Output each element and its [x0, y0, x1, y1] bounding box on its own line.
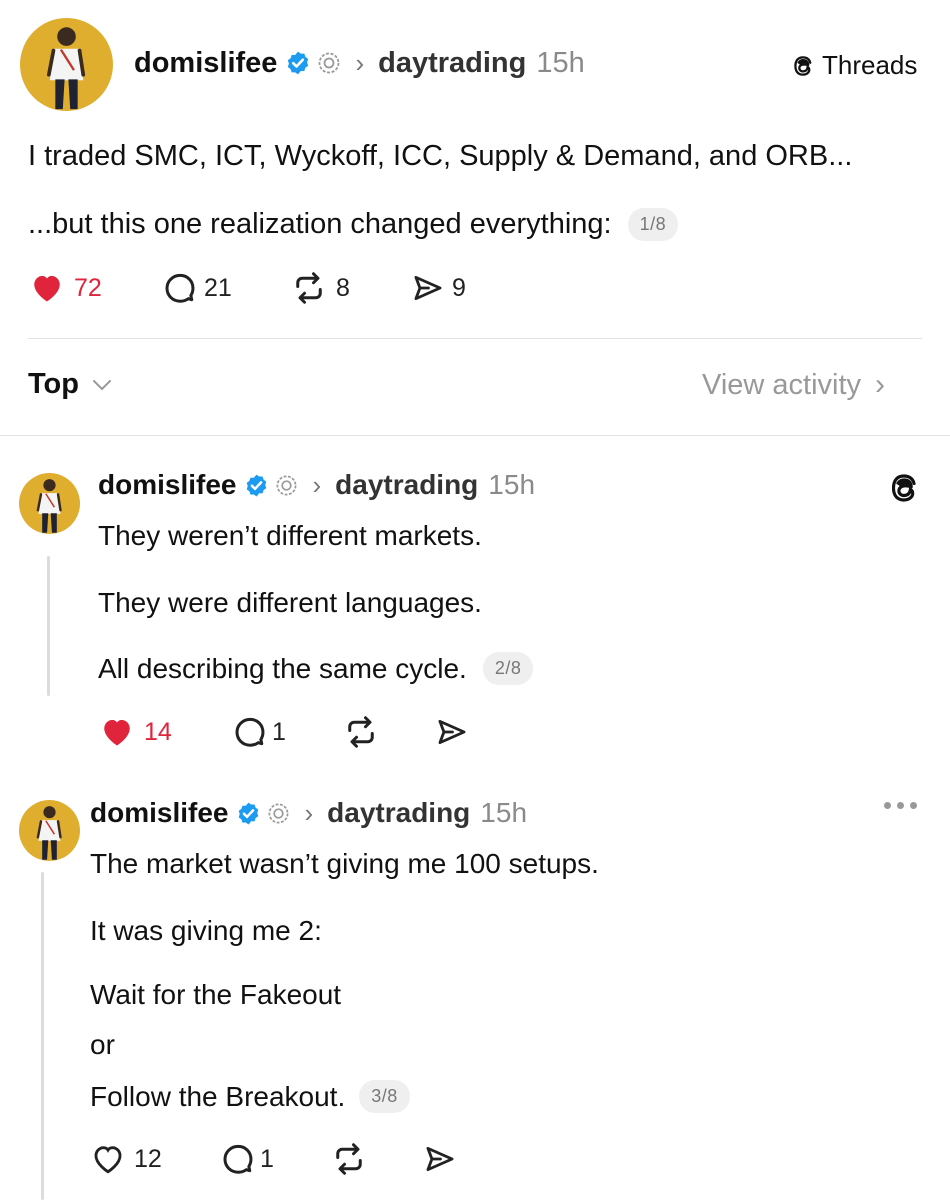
- heart-icon: [28, 270, 66, 306]
- post-text-line: ...but this one realization changed ever…: [28, 208, 612, 240]
- more-button[interactable]: [884, 802, 917, 809]
- avatar[interactable]: [19, 800, 80, 861]
- reply-count: 1: [260, 1144, 274, 1173]
- like-count: 14: [144, 717, 172, 746]
- like-button[interactable]: 72: [28, 270, 160, 306]
- chevron-right-icon: ›: [312, 469, 322, 500]
- reply-button[interactable]: 21: [160, 270, 290, 306]
- repost-count: 8: [336, 273, 350, 302]
- repost-icon: [290, 270, 328, 306]
- thread-line: [47, 556, 50, 696]
- post-text-row: All describing the same cycle. 2/8: [98, 652, 534, 685]
- brand-name: Threads: [822, 50, 918, 80]
- reply-count: 1: [272, 717, 286, 746]
- divider: [0, 435, 950, 436]
- avatar[interactable]: [20, 18, 113, 111]
- comment-icon: [218, 1141, 256, 1177]
- verified-badge-icon: [244, 473, 269, 498]
- like-count: 12: [134, 1144, 162, 1173]
- sort-label: Top: [28, 368, 79, 400]
- repost-button[interactable]: [330, 1141, 422, 1177]
- threads-logo-icon[interactable]: [886, 470, 922, 506]
- post-text-line: They weren’t different markets.: [98, 520, 482, 551]
- post-text-line: All describing the same cycle.: [98, 652, 467, 684]
- post-header: domislifee › daytrading 15h: [134, 44, 585, 82]
- repost-icon: [342, 714, 380, 750]
- reply-button[interactable]: 1: [230, 714, 342, 750]
- repost-button[interactable]: [342, 714, 434, 750]
- chevron-down-icon: [93, 379, 111, 390]
- share-icon: [422, 1142, 458, 1176]
- chevron-right-icon: ›: [875, 368, 886, 401]
- share-button[interactable]: [422, 1142, 458, 1176]
- username[interactable]: domislifee: [98, 469, 236, 501]
- post-text-line: They were different languages.: [98, 587, 482, 618]
- thread-counter: 3/8: [359, 1080, 410, 1113]
- post-actions: 72 21 8 9: [28, 270, 466, 306]
- thread-line: [41, 872, 44, 1200]
- avatar[interactable]: [19, 473, 80, 534]
- post-text-row: Follow the Breakout. 3/8: [90, 1080, 410, 1113]
- like-button[interactable]: 14: [98, 714, 230, 750]
- repost-button[interactable]: 8: [290, 270, 410, 306]
- comment-icon: [160, 270, 198, 306]
- community-link[interactable]: daytrading: [335, 469, 478, 501]
- chevron-right-icon: ›: [304, 797, 314, 828]
- username[interactable]: domislifee: [134, 47, 277, 80]
- post-time: 15h: [480, 797, 528, 828]
- post-text-line: Wait for the Fakeout: [90, 979, 342, 1010]
- community-link[interactable]: daytrading: [327, 797, 470, 829]
- chevron-right-icon: ›: [355, 47, 365, 78]
- more-icon: [884, 802, 917, 809]
- username[interactable]: domislifee: [90, 797, 228, 829]
- like-button[interactable]: 12: [90, 1142, 218, 1176]
- post-time: 15h: [536, 46, 585, 79]
- heart-icon: [98, 714, 136, 750]
- post-actions: 14 1: [98, 714, 470, 750]
- repost-icon: [330, 1141, 368, 1177]
- share-button[interactable]: 9: [410, 271, 466, 305]
- post-time: 15h: [488, 469, 536, 500]
- post-actions: 12 1: [90, 1141, 458, 1177]
- thread-counter: 2/8: [482, 652, 534, 685]
- divider: [28, 338, 922, 339]
- verified-badge-icon: [236, 801, 261, 826]
- thread-counter: 1/8: [627, 208, 679, 241]
- post-text-line: Follow the Breakout.: [90, 1080, 346, 1112]
- post-text-line: It was giving me 2:: [90, 915, 322, 946]
- view-activity-link[interactable]: View activity ›: [702, 368, 885, 402]
- community-icon: [317, 51, 341, 75]
- heart-icon: [90, 1142, 126, 1176]
- reply-button[interactable]: 1: [218, 1141, 330, 1177]
- reply-count: 21: [204, 273, 232, 302]
- threads-brand: Threads: [790, 50, 917, 81]
- post-text-line: I traded SMC, ICT, Wyckoff, ICC, Supply …: [28, 140, 853, 172]
- verified-badge-icon: [285, 50, 311, 76]
- post-text-line: or: [90, 1029, 115, 1060]
- share-icon: [410, 271, 446, 305]
- share-icon: [434, 715, 470, 749]
- community-icon: [267, 802, 290, 825]
- sort-dropdown[interactable]: Top: [28, 368, 113, 401]
- post-text-row: ...but this one realization changed ever…: [28, 208, 679, 241]
- share-button[interactable]: [434, 715, 470, 749]
- threads-logo-icon: [790, 53, 816, 79]
- post-header: domislifee › daytrading 15h: [98, 466, 535, 504]
- post-text-line: The market wasn’t giving me 100 setups.: [90, 848, 599, 879]
- community-link[interactable]: daytrading: [378, 47, 526, 80]
- post-header: domislifee › daytrading 15h: [90, 794, 527, 832]
- community-icon: [275, 474, 298, 497]
- view-activity-label: View activity: [702, 368, 862, 401]
- share-count: 9: [452, 273, 466, 302]
- comment-icon: [230, 714, 268, 750]
- like-count: 72: [74, 273, 102, 302]
